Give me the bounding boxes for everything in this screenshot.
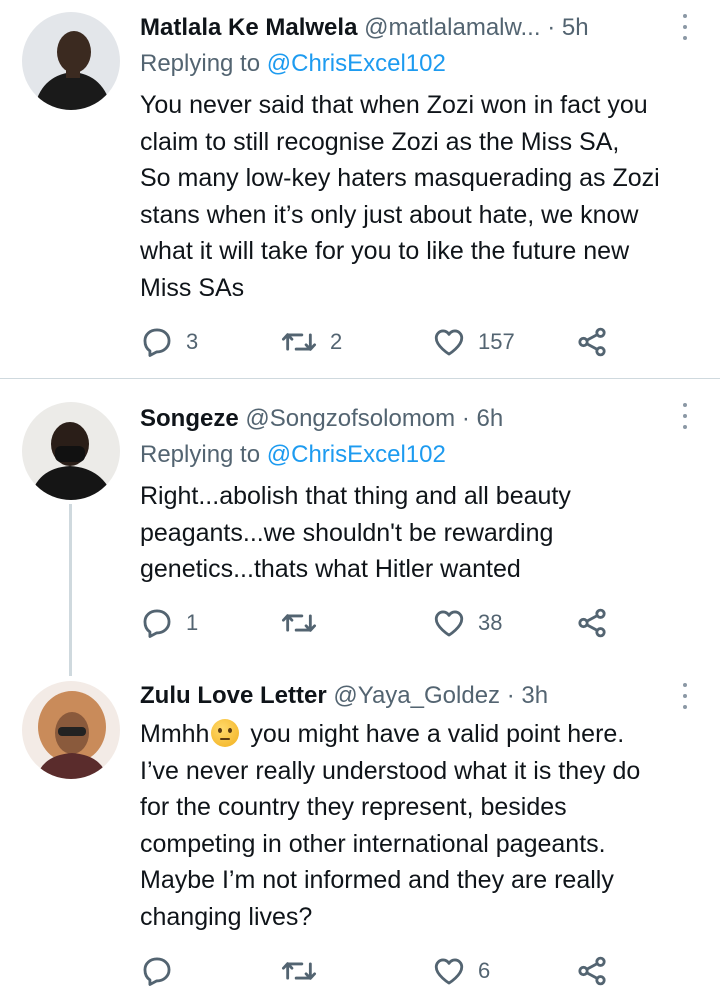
retweet-icon [281, 962, 316, 980]
tweet-actions: 3 2 157 [140, 322, 620, 362]
tweet-actions: 1 38 [140, 603, 620, 643]
separator-dot: · [547, 14, 556, 41]
reply-icon [143, 609, 171, 638]
reply-count: 3 [186, 329, 199, 354]
avatar[interactable] [22, 12, 120, 110]
share-button[interactable] [575, 603, 609, 643]
retweet-icon [281, 614, 316, 632]
share-icon [578, 608, 606, 638]
heart-icon [434, 958, 464, 985]
avatar[interactable] [22, 681, 120, 779]
mention-link[interactable]: @ChrisExcel102 [267, 441, 446, 468]
tweet-3[interactable]: Zulu Love Letter @Yaya_Goldez · 3h Mmhh … [0, 669, 720, 986]
tweet-header: Matlala Ke Malwela @matlalamalw... · 5h [140, 14, 680, 48]
reply-count: 1 [186, 610, 199, 635]
retweet-button[interactable] [280, 603, 330, 643]
tweet-1[interactable]: Matlala Ke Malwela @matlalamalw... · 5h … [0, 0, 720, 378]
heart-icon [434, 610, 464, 637]
retweet-count: 2 [330, 329, 343, 354]
tweet-header: Songeze @Songzofsolomom · 6h [140, 405, 680, 439]
reply-button[interactable] [140, 951, 186, 991]
retweet-icon [281, 333, 316, 351]
replying-to-prefix: Replying to [140, 441, 267, 468]
more-icon[interactable] [680, 683, 690, 709]
timestamp[interactable]: 5h [562, 14, 589, 41]
avatar[interactable] [22, 402, 120, 500]
tweet-text: Mmhh you might have a valid point here. … [140, 716, 710, 935]
tweet-text-start: Mmhh [140, 720, 210, 748]
user-handle[interactable]: @matlalamalw... [364, 14, 540, 41]
reply-icon [143, 328, 171, 357]
like-button[interactable]: 6 [432, 951, 490, 991]
replying-to: Replying to @ChrisExcel102 [140, 50, 446, 78]
display-name[interactable]: Songeze [140, 405, 239, 432]
replying-to: Replying to @ChrisExcel102 [140, 441, 446, 469]
more-icon[interactable] [680, 14, 690, 40]
heart-icon [434, 329, 464, 356]
user-handle[interactable]: @Yaya_Goldez [333, 682, 500, 709]
share-button[interactable] [575, 322, 609, 362]
user-handle[interactable]: @Songzofsolomom [245, 405, 455, 432]
tweet-text-rest: you might have a valid point here. I’ve … [140, 720, 641, 931]
thinking-face-emoji [211, 719, 240, 747]
reply-icon [143, 957, 171, 986]
mention-link[interactable]: @ChrisExcel102 [267, 50, 446, 77]
tweet-text: You never said that when Zozi won in fac… [140, 91, 660, 302]
tweet-2[interactable]: Songeze @Songzofsolomom · 6h Replying to… [0, 379, 720, 676]
more-icon[interactable] [680, 403, 690, 429]
timestamp[interactable]: 6h [477, 405, 504, 432]
like-button[interactable]: 38 [432, 603, 502, 643]
replying-to-prefix: Replying to [140, 50, 267, 77]
share-button[interactable] [575, 951, 609, 991]
like-button[interactable]: 157 [432, 322, 515, 362]
like-count: 157 [478, 329, 515, 354]
reply-button[interactable]: 3 [140, 322, 198, 362]
thread-line [69, 504, 72, 676]
retweet-button[interactable]: 2 [280, 322, 342, 362]
like-count: 38 [478, 610, 503, 635]
reply-button[interactable]: 1 [140, 603, 198, 643]
like-count: 6 [478, 958, 491, 983]
tweet-actions: 6 [140, 951, 620, 991]
tweet-text: Right...abolish that thing and all beaut… [140, 482, 571, 583]
timestamp[interactable]: 3h [521, 682, 548, 709]
share-icon [578, 327, 606, 357]
retweet-button[interactable] [280, 951, 330, 991]
display-name[interactable]: Zulu Love Letter [140, 682, 327, 709]
separator-dot: · [461, 405, 470, 432]
separator-dot: · [506, 682, 515, 709]
tweet-header: Zulu Love Letter @Yaya_Goldez · 3h [140, 682, 680, 716]
share-icon [578, 956, 606, 986]
display-name[interactable]: Matlala Ke Malwela [140, 14, 357, 41]
